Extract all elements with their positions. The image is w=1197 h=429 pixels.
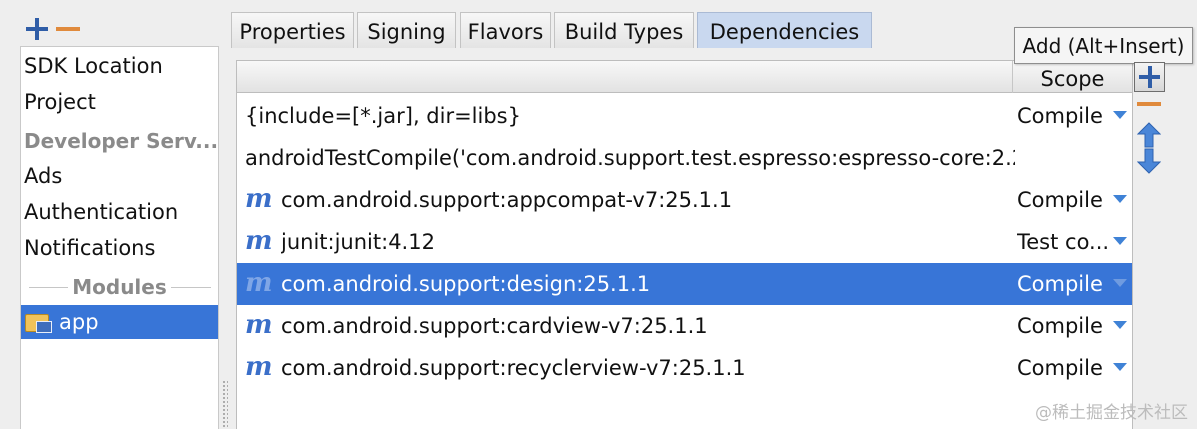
remove-module-minus-icon[interactable] [56, 27, 80, 31]
add-tooltip: Add (Alt+Insert) [1014, 27, 1193, 64]
dependency-name: com.android.support:appcompat-v7:25.1.1 [281, 188, 733, 212]
scope-value[interactable]: Compile [1017, 347, 1109, 389]
dropdown-arrow-icon[interactable] [1113, 363, 1127, 371]
scope-value[interactable]: Compile [1017, 95, 1109, 137]
table-row[interactable]: m com.android.support:cardview-v7:25.1.1… [237, 305, 1132, 347]
maven-icon: m [245, 226, 273, 256]
sidebar-item-project[interactable]: Project [21, 85, 218, 119]
module-list: SDK Location Project Developer Serv... A… [20, 46, 219, 429]
dependency-name: com.android.support:design:25.1.1 [281, 272, 651, 296]
modules-header: Modules [21, 270, 218, 304]
dropdown-arrow-icon[interactable] [1113, 279, 1127, 287]
sidebar-item-ads[interactable]: Ads [21, 159, 218, 193]
sidebar-item-sdk-location[interactable]: SDK Location [21, 49, 218, 83]
dropdown-arrow-icon[interactable] [1113, 111, 1127, 119]
table-row[interactable]: m com.android.support:recyclerview-v7:25… [237, 347, 1132, 389]
tab-dependencies[interactable]: Dependencies [697, 12, 872, 48]
divider [29, 287, 69, 288]
dependency-name: {include=[*.jar], dir=libs} [245, 104, 521, 128]
maven-icon: m [245, 268, 273, 298]
developer-services-header: Developer Serv... [24, 129, 218, 153]
tab-flavors[interactable]: Flavors [460, 12, 551, 48]
scope-value[interactable]: Compile [1017, 305, 1109, 347]
move-up-arrow-icon[interactable] [1136, 122, 1162, 148]
dependency-name: com.android.support:cardview-v7:25.1.1 [281, 314, 708, 338]
sidebar-item-app[interactable]: app [21, 305, 218, 339]
dependency-name: junit:junit:4.12 [281, 230, 435, 254]
tab-build-types[interactable]: Build Types [554, 12, 694, 48]
dropdown-arrow-icon[interactable] [1113, 237, 1127, 245]
table-row[interactable]: androidTestCompile('com.android.support.… [237, 137, 1132, 179]
tab-properties[interactable]: Properties [231, 12, 354, 48]
sidebar-item-label: app [59, 310, 99, 334]
dependencies-table: Scope {include=[*.jar], dir=libs} Compil… [236, 60, 1133, 429]
table-row-selected[interactable]: m com.android.support:design:25.1.1 Comp… [237, 263, 1132, 305]
plus-icon [1148, 66, 1152, 88]
modules-header-label: Modules [68, 275, 171, 299]
dropdown-arrow-icon[interactable] [1113, 321, 1127, 329]
watermark-text: @稀土掘金技术社区 [1035, 403, 1188, 423]
module-folder-icon [25, 312, 53, 334]
move-down-arrow-icon[interactable] [1136, 148, 1162, 174]
add-module-plus-icon[interactable] [26, 18, 48, 40]
scope-column-header[interactable]: Scope [1012, 61, 1132, 93]
table-row[interactable]: {include=[*.jar], dir=libs} Compile [237, 95, 1132, 137]
maven-icon: m [245, 352, 273, 382]
remove-dependency-minus-icon[interactable] [1137, 97, 1163, 111]
maven-icon: m [245, 310, 273, 340]
sidebar-item-authentication[interactable]: Authentication [21, 195, 218, 229]
table-row[interactable]: m junit:junit:4.12 Test co... [237, 221, 1132, 263]
sidebar-item-notifications[interactable]: Notifications [21, 231, 218, 265]
splitter-handle[interactable] [222, 380, 228, 429]
maven-icon: m [245, 184, 273, 214]
scope-value[interactable]: Compile [1017, 179, 1109, 221]
dependency-name: com.android.support:recyclerview-v7:25.1… [281, 356, 746, 380]
module-list-toolbar [24, 14, 84, 42]
table-row[interactable]: m com.android.support:appcompat-v7:25.1.… [237, 179, 1132, 221]
tab-signing[interactable]: Signing [357, 12, 456, 48]
scope-value[interactable]: Compile [1017, 263, 1109, 305]
scope-value[interactable]: Test co... [1017, 221, 1109, 263]
add-dependency-button[interactable] [1134, 62, 1165, 92]
table-header: Scope [237, 61, 1132, 93]
dropdown-arrow-icon[interactable] [1113, 195, 1127, 203]
divider [171, 287, 211, 288]
dependency-name: androidTestCompile('com.android.support.… [245, 146, 1015, 170]
